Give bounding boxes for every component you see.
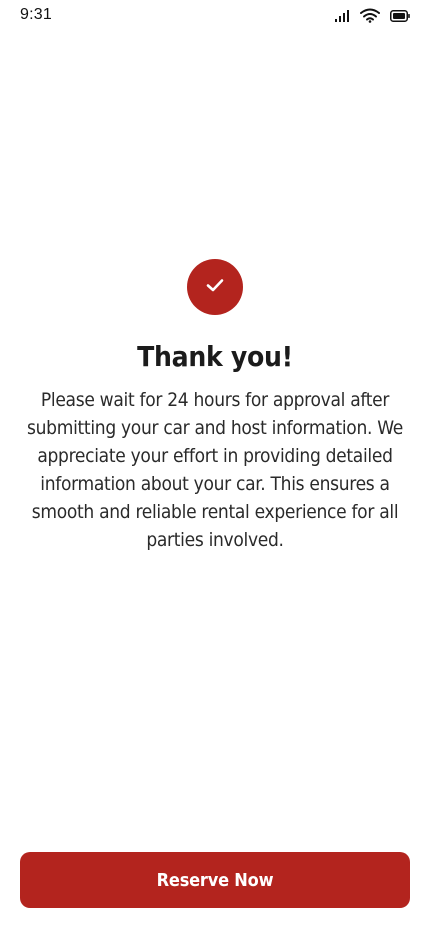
check-icon [204,274,226,301]
confirmation-message: Please wait for 24 hours for approval af… [27,389,403,551]
confirmation-title: Thank you! [137,340,293,373]
status-icons [334,8,410,23]
status-bar: 9:31 [0,0,430,34]
wifi-icon [360,8,380,23]
signal-icon [334,9,350,23]
status-time: 9:31 [20,6,52,23]
battery-icon [390,9,410,22]
reserve-now-button[interactable]: Reserve Now [20,852,410,908]
success-badge [187,259,243,315]
